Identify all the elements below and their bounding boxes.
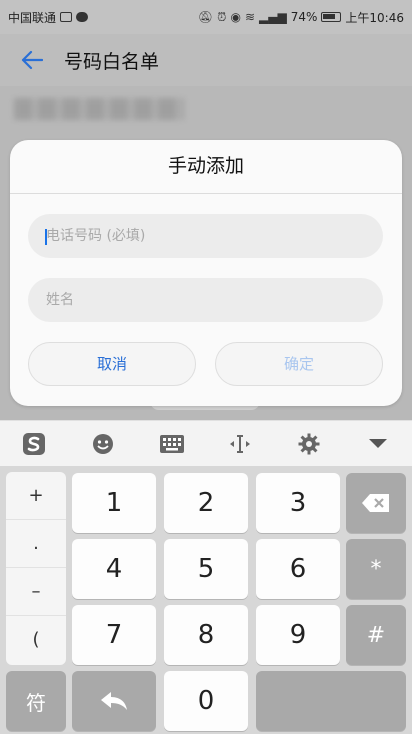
cursor-move-icon[interactable] (220, 424, 260, 464)
gear-icon[interactable] (289, 424, 329, 464)
clock: 上午10:46 (345, 10, 404, 25)
key-8[interactable]: 8 (164, 605, 248, 665)
backspace-button[interactable] (346, 473, 406, 533)
battery-percent: 74% (290, 10, 318, 24)
symbol-key-dash[interactable]: – (6, 568, 66, 616)
key-5[interactable]: 5 (164, 539, 248, 599)
page-title: 号码白名单 (64, 50, 160, 73)
enter-arrow-icon (101, 692, 127, 710)
key-9[interactable]: 9 (256, 605, 340, 665)
backspace-icon (362, 494, 389, 512)
mute-icon: 🔕︎ (197, 10, 214, 24)
key-6[interactable]: 6 (256, 539, 340, 599)
key-1[interactable]: 1 (72, 473, 156, 533)
alarm-icon: ⏰︎ (217, 9, 227, 24)
status-right: 🔕︎ ⏰︎ ◉ ≋ ▂▄▆ 74% 上午10:46 (198, 9, 404, 26)
cancel-button[interactable]: 取消 (28, 342, 196, 386)
eye-icon: ◉ (230, 10, 241, 24)
sim-icon (60, 12, 73, 22)
emoji-icon[interactable] (83, 424, 123, 464)
carrier-label: 中国联通 (8, 10, 57, 25)
key-2[interactable]: 2 (164, 473, 248, 533)
star-key[interactable]: * (346, 539, 406, 599)
dialog-title: 手动添加 (167, 155, 244, 177)
key-0[interactable]: 0 (164, 671, 248, 731)
chevron-down-icon[interactable] (358, 424, 398, 464)
key-4[interactable]: 4 (72, 539, 156, 599)
phone-number-input[interactable] (28, 214, 383, 258)
undo-key[interactable] (72, 671, 156, 731)
back-arrow-icon[interactable] (8, 34, 56, 86)
sogou-logo-icon[interactable] (14, 424, 54, 464)
keyboard-toolbar (0, 420, 412, 467)
symbol-key-plus[interactable]: + (6, 472, 66, 520)
key-7[interactable]: 7 (72, 605, 156, 665)
blurred-list-item (14, 98, 184, 120)
status-bar: 中国联通 🔕︎ ⏰︎ ◉ ≋ ▂▄▆ 74% 上午10:46 (0, 0, 412, 34)
hash-key[interactable]: # (346, 605, 406, 665)
symbol-key-paren[interactable]: ( (6, 616, 66, 664)
wifi-icon: ≋ (244, 10, 256, 24)
enter-key[interactable] (256, 671, 406, 731)
message-icon (76, 12, 89, 22)
numeric-keyboard: + . – ( 1 2 3 4 5 6 * 7 8 9 # 符 0 (0, 466, 412, 734)
signal-icon: ▂▄▆ (259, 10, 287, 24)
add-number-dialog: 手动添加 取消 确定 (10, 140, 402, 406)
status-left: 中国联通 (8, 9, 89, 26)
symbol-switch-key[interactable]: 符 (6, 671, 66, 731)
symbol-key-dot[interactable]: . (6, 520, 66, 568)
battery-icon (321, 12, 342, 22)
dialog-divider (10, 193, 402, 194)
key-3[interactable]: 3 (256, 473, 340, 533)
text-cursor (45, 229, 47, 245)
symbol-column: + . – ( (6, 472, 66, 665)
keyboard-icon[interactable] (152, 424, 192, 464)
name-input[interactable] (28, 278, 383, 322)
app-bar: 号码白名单 (0, 34, 412, 86)
confirm-button[interactable]: 确定 (215, 342, 383, 386)
